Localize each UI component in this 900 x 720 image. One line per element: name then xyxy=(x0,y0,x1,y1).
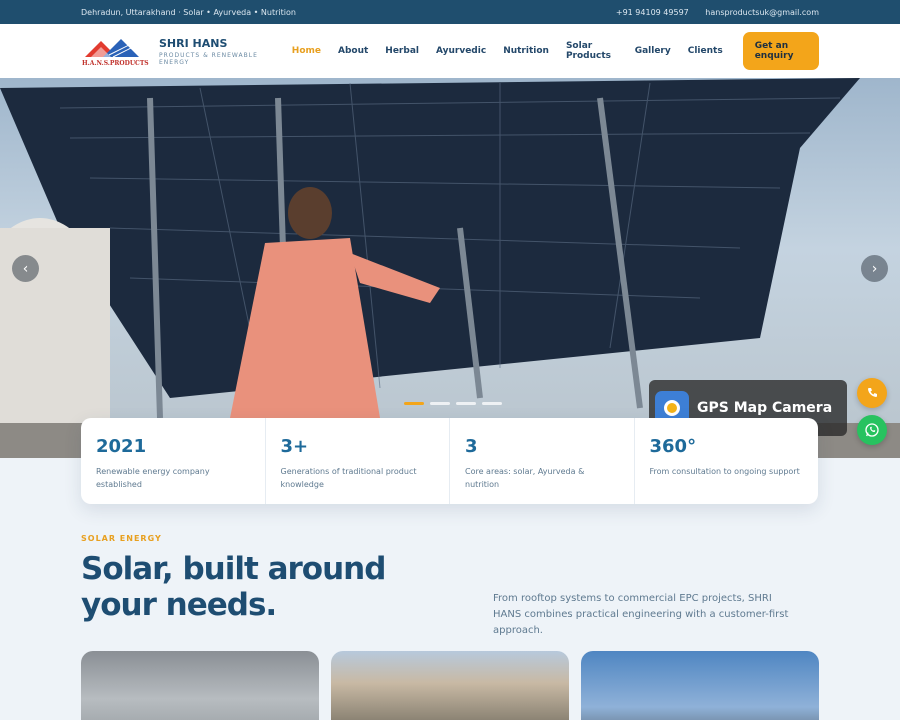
brand-name: SHRI HANS xyxy=(159,36,228,50)
nav-item-ayurvedic[interactable]: Ayurvedic xyxy=(436,46,486,56)
solar-card-image[interactable] xyxy=(581,651,819,720)
nav-item-home[interactable]: Home xyxy=(292,46,321,56)
stat-item: 3 Core areas: solar, Ayurveda & nutritio… xyxy=(450,418,635,504)
stat-value: 2021 xyxy=(96,436,147,457)
stats-panel: 2021 Renewable energy company establishe… xyxy=(81,418,818,504)
stat-item: 360° From consultation to ongoing suppor… xyxy=(635,418,819,504)
brand-tagline: PRODUCTS & RENEWABLE ENERGY xyxy=(159,51,258,66)
section-description: From rooftop systems to commercial EPC p… xyxy=(493,593,789,636)
stat-value: 3+ xyxy=(280,436,309,457)
whatsapp-icon xyxy=(865,423,879,437)
contact-info: +91 94109 49597 hansproductsuk@gmail.com xyxy=(602,8,819,17)
slider-dot-1[interactable] xyxy=(404,402,424,405)
nav-item-clients[interactable]: Clients xyxy=(688,46,723,56)
location-text: Dehradun, Uttarakhand · Solar • Ayurveda… xyxy=(81,7,296,17)
stat-value: 3 xyxy=(465,436,478,457)
solar-card-image[interactable] xyxy=(331,651,569,720)
stat-item: 3+ Generations of traditional product kn… xyxy=(266,418,450,504)
stat-value: 360° xyxy=(649,436,697,457)
phone-icon xyxy=(868,388,877,397)
enquiry-button[interactable]: Get an enquiry xyxy=(742,32,819,70)
slider-next-button[interactable]: › xyxy=(861,255,888,282)
slider-prev-button[interactable]: ‹ xyxy=(12,255,39,282)
slider-dot-4[interactable] xyxy=(482,402,502,405)
hero-slider: ‹ › GPS Map Camera xyxy=(0,78,900,458)
svg-text:H.A.N.S.PRODUCTS: H.A.N.S.PRODUCTS xyxy=(82,60,149,67)
section-label: SOLAR ENERGY xyxy=(81,534,162,543)
slider-dot-3[interactable] xyxy=(456,402,476,405)
solar-card-image[interactable] xyxy=(81,651,319,720)
slider-dot-2[interactable] xyxy=(430,402,450,405)
stat-description: Core areas: solar, Ayurveda & nutrition xyxy=(465,467,585,489)
stat-description: From consultation to ongoing support xyxy=(649,467,800,476)
nav-item-gallery[interactable]: Gallery xyxy=(635,46,671,56)
whatsapp-button[interactable] xyxy=(857,415,887,445)
call-button[interactable] xyxy=(857,378,887,408)
stat-description: Generations of traditional product knowl… xyxy=(280,467,417,489)
logo-text: SHRI HANS PRODUCTS & RENEWABLE ENERGY xyxy=(159,37,275,66)
watermark-text: GPS Map Camera xyxy=(697,400,833,416)
logo-image: H.A.N.S.PRODUCTS xyxy=(81,35,149,67)
phone-link[interactable]: +91 94109 49597 xyxy=(616,8,689,17)
stat-description: Renewable energy company established xyxy=(96,467,210,489)
nav-item-nutrition[interactable]: Nutrition xyxy=(503,46,549,56)
main-navbar: H.A.N.S.PRODUCTS SHRI HANS PRODUCTS & RE… xyxy=(0,24,900,78)
top-info-bar: Dehradun, Uttarakhand · Solar • Ayurveda… xyxy=(0,0,900,24)
logo[interactable]: H.A.N.S.PRODUCTS SHRI HANS PRODUCTS & RE… xyxy=(81,35,275,68)
nav-item-solar-products[interactable]: Solar Products xyxy=(566,41,618,61)
email-link[interactable]: hansproductsuk@gmail.com xyxy=(705,8,819,17)
section-title: Solar, built around your needs. xyxy=(81,551,386,623)
nav-menu: Home About Herbal Ayurvedic Nutrition So… xyxy=(275,32,819,70)
nav-item-herbal[interactable]: Herbal xyxy=(385,46,419,56)
nav-item-about[interactable]: About xyxy=(338,46,368,56)
stat-item: 2021 Renewable energy company establishe… xyxy=(81,418,266,504)
slider-dots xyxy=(404,402,508,405)
